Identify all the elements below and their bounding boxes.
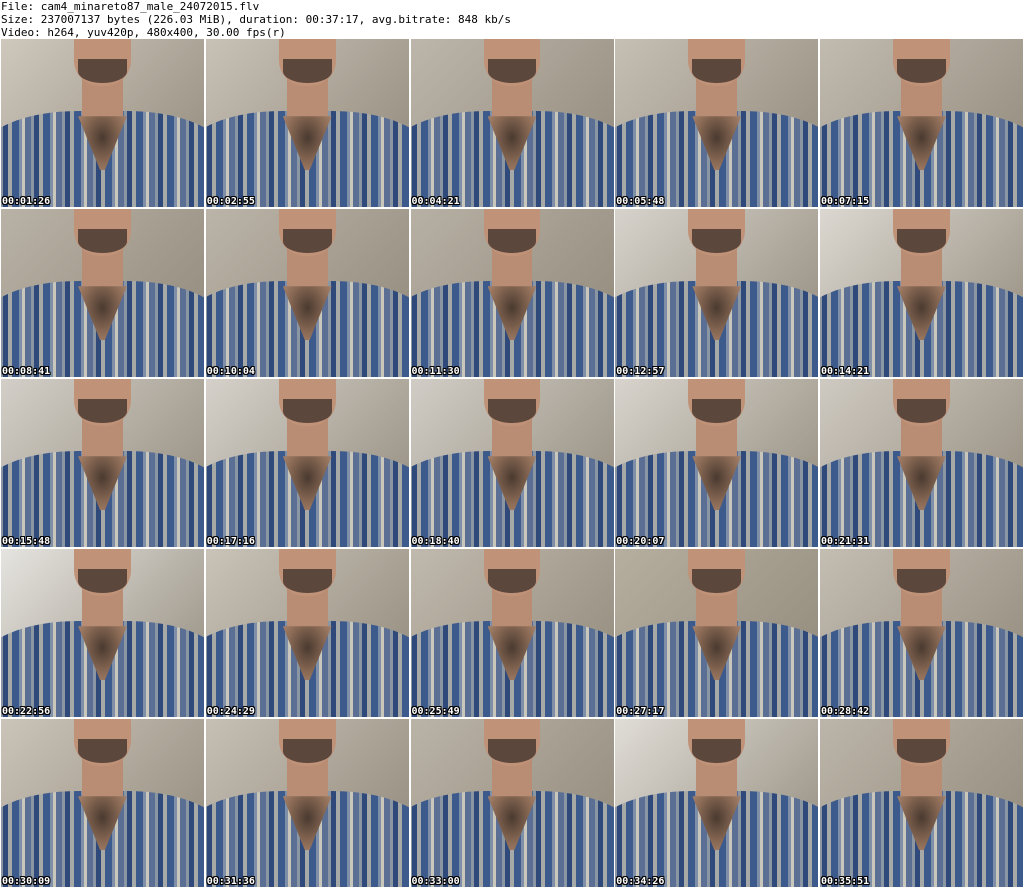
video-thumbnail: 00:11:30 <box>410 209 614 377</box>
file-size-line: Size: 237007137 bytes (226.03 MiB), dura… <box>1 13 511 26</box>
file-info-header: File: cam4_minareto87_male_24072015.flv … <box>0 0 1024 39</box>
thumbnail-timestamp: 00:34:26 <box>616 876 665 887</box>
video-thumbnail: 00:21:31 <box>820 379 1023 547</box>
video-thumbnail: 00:22:56 <box>1 549 204 717</box>
thumbnail-timestamp: 00:08:41 <box>2 366 51 377</box>
thumbnail-figure-beard <box>487 59 537 83</box>
thumbnail-figure-beard <box>487 569 537 593</box>
thumbnail-figure-beard <box>897 739 946 763</box>
thumbnail-figure-beard <box>487 399 537 423</box>
thumbnail-grid: 00:01:26 00:02:55 00:04:21 00:05:48 00:07:15… <box>1 39 1023 888</box>
thumbnail-timestamp: 00:10:04 <box>206 366 255 377</box>
video-thumbnail: 00:34:26 <box>615 719 819 887</box>
video-thumbnail: 00:04:21 <box>410 39 614 207</box>
thumbnail-timestamp: 00:14:21 <box>821 366 870 377</box>
video-thumbnail: 00:01:26 <box>1 39 204 207</box>
thumbnail-figure-beard <box>282 59 332 83</box>
video-thumbnail: 00:15:48 <box>1 379 204 547</box>
thumbnail-timestamp: 00:33:00 <box>411 876 460 887</box>
thumbnail-figure-beard <box>692 569 742 593</box>
thumbnail-figure-beard <box>282 569 332 593</box>
thumbnail-timestamp: 00:11:30 <box>411 366 460 377</box>
video-thumbnail: 00:02:55 <box>205 39 409 207</box>
thumbnail-figure-beard <box>78 739 127 763</box>
thumbnail-figure-beard <box>78 569 127 593</box>
video-thumbnail: 00:08:41 <box>1 209 204 377</box>
thumbnail-timestamp: 00:21:31 <box>821 536 870 547</box>
thumbnail-timestamp: 00:18:40 <box>411 536 460 547</box>
video-thumbnail: 00:30:09 <box>1 719 204 887</box>
thumbnail-figure-beard <box>897 229 946 253</box>
video-thumbnail: 00:25:49 <box>410 549 614 717</box>
video-thumbnail: 00:10:04 <box>205 209 409 377</box>
thumbnail-timestamp: 00:31:36 <box>206 876 255 887</box>
thumbnail-figure-beard <box>282 229 332 253</box>
thumbnail-timestamp: 00:22:56 <box>2 706 51 717</box>
video-thumbnail: 00:07:15 <box>820 39 1023 207</box>
thumbnail-timestamp: 00:02:55 <box>206 196 255 207</box>
video-thumbnail: 00:12:57 <box>615 209 819 377</box>
thumbnail-figure-beard <box>78 59 127 83</box>
thumbnail-figure-beard <box>897 569 946 593</box>
thumbnail-timestamp: 00:25:49 <box>411 706 460 717</box>
thumbnail-figure-beard <box>897 59 946 83</box>
thumbnail-figure-beard <box>692 739 742 763</box>
thumbnail-figure-beard <box>897 399 946 423</box>
video-thumbnail: 00:18:40 <box>410 379 614 547</box>
thumbnail-timestamp: 00:35:51 <box>821 876 870 887</box>
video-thumbnail: 00:33:00 <box>410 719 614 887</box>
thumbnail-timestamp: 00:28:42 <box>821 706 870 717</box>
video-thumbnail: 00:14:21 <box>820 209 1023 377</box>
thumbnail-timestamp: 00:24:29 <box>206 706 255 717</box>
thumbnail-timestamp: 00:12:57 <box>616 366 665 377</box>
video-thumbnail: 00:24:29 <box>205 549 409 717</box>
thumbnail-figure-beard <box>282 399 332 423</box>
video-info-line: Video: h264, yuv420p, 480x400, 30.00 fps… <box>1 26 286 39</box>
thumbnail-figure-beard <box>692 59 742 83</box>
thumbnail-timestamp: 00:07:15 <box>821 196 870 207</box>
thumbnail-timestamp: 00:20:07 <box>616 536 665 547</box>
thumbnail-timestamp: 00:04:21 <box>411 196 460 207</box>
video-thumbnail: 00:35:51 <box>820 719 1023 887</box>
thumbnail-timestamp: 00:30:09 <box>2 876 51 887</box>
video-thumbnail: 00:28:42 <box>820 549 1023 717</box>
file-name-line: File: cam4_minareto87_male_24072015.flv <box>1 0 260 13</box>
video-thumbnail: 00:27:17 <box>615 549 819 717</box>
thumbnail-timestamp: 00:15:48 <box>2 536 51 547</box>
video-thumbnail: 00:31:36 <box>205 719 409 887</box>
video-thumbnail: 00:17:16 <box>205 379 409 547</box>
thumbnail-timestamp: 00:17:16 <box>206 536 255 547</box>
thumbnail-timestamp: 00:27:17 <box>616 706 665 717</box>
thumbnail-figure-beard <box>78 229 127 253</box>
thumbnail-figure-beard <box>487 229 537 253</box>
thumbnail-figure-beard <box>487 739 537 763</box>
thumbnail-figure-beard <box>78 399 127 423</box>
thumbnail-figure-beard <box>692 399 742 423</box>
thumbnail-timestamp: 00:05:48 <box>616 196 665 207</box>
video-thumbnail: 00:20:07 <box>615 379 819 547</box>
thumbnail-figure-beard <box>282 739 332 763</box>
thumbnail-figure-beard <box>692 229 742 253</box>
thumbnail-timestamp: 00:01:26 <box>2 196 51 207</box>
video-thumbnail: 00:05:48 <box>615 39 819 207</box>
